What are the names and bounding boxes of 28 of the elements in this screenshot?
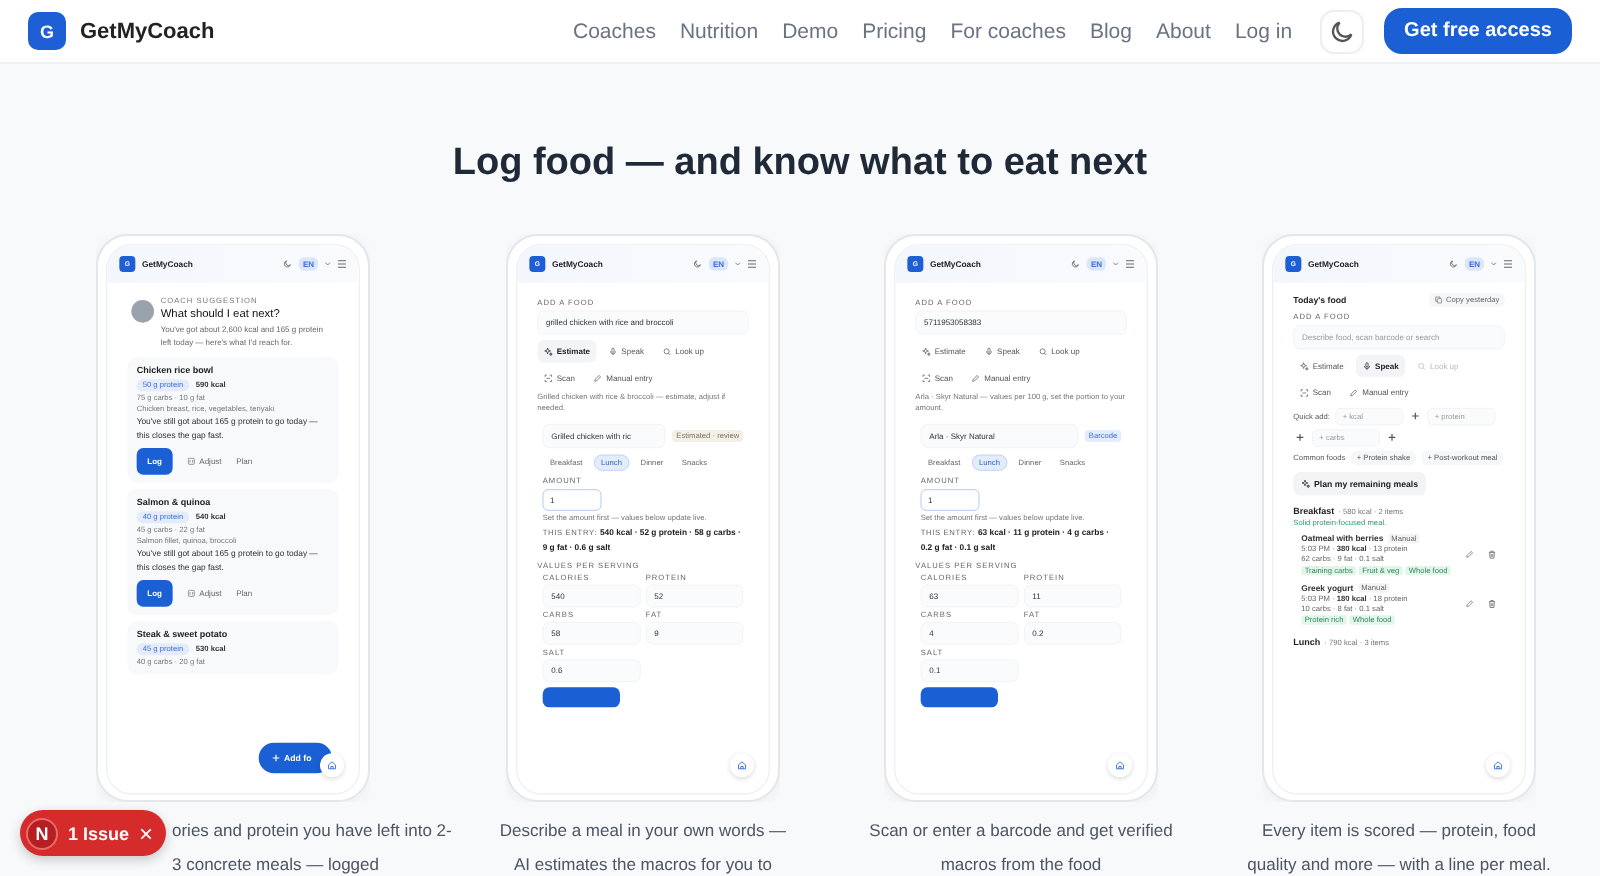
nav-link[interactable]: Log in (1234, 19, 1293, 43)
nav-link[interactable]: Demo (782, 19, 839, 43)
cta-button[interactable]: Get free access (1384, 8, 1572, 54)
issue-count[interactable]: 1 Issue (68, 823, 130, 843)
nav-link[interactable]: Coaches (573, 19, 656, 43)
floating-button[interactable] (320, 753, 344, 778)
nav-link[interactable]: Nutrition (679, 19, 759, 43)
floating-button[interactable] (730, 753, 754, 778)
theme-toggle[interactable] (1320, 9, 1365, 53)
moon-icon (1328, 17, 1357, 45)
section-heading: Log food — and know what to eat next (450, 140, 1150, 188)
dev-tools-logo[interactable]: N (26, 817, 58, 849)
nav-link[interactable]: For coaches (950, 19, 1066, 43)
nav-link[interactable]: About (1155, 19, 1211, 43)
nav-link[interactable]: Blog (1089, 19, 1132, 43)
caption: Every item is scored — protein, food quality and more — with a line per meal. (1247, 818, 1551, 876)
submit-button[interactable] (542, 687, 620, 708)
submit-button[interactable] (920, 687, 998, 708)
caption: Describe a meal in your own words — AI estimates the macros for you to (497, 818, 789, 876)
nav-link[interactable]: Pricing (862, 19, 927, 43)
caption: ories and protein you have left into 2-3 concrete meals — logged (172, 818, 454, 876)
close-button[interactable]: × (139, 819, 154, 847)
avatar (131, 300, 154, 323)
floating-button[interactable] (1108, 753, 1132, 778)
caption: Scan or enter a barcode and get verified macros from the food (869, 818, 1173, 876)
logo[interactable]: G (28, 12, 66, 50)
brand-name[interactable]: GetMyCoach (80, 19, 215, 43)
floating-button[interactable] (1486, 753, 1510, 778)
